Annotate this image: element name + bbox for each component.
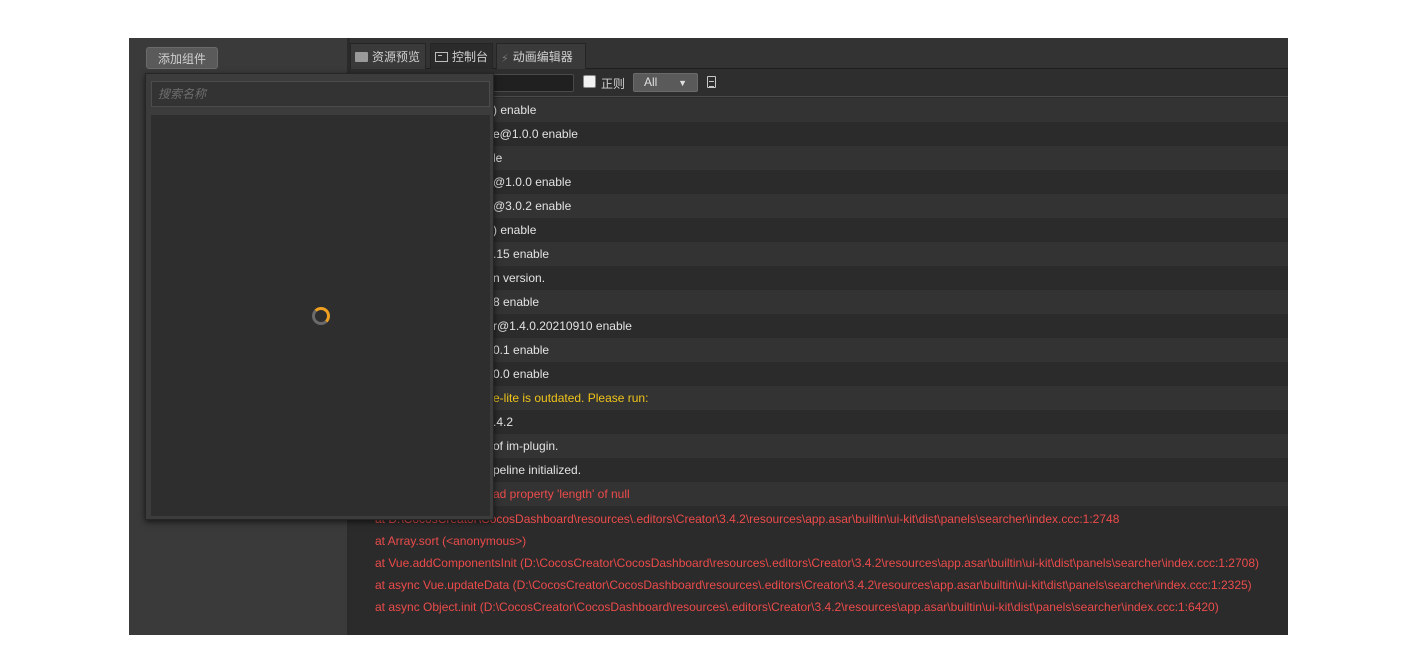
- add-component-button[interactable]: 添加组件: [146, 47, 218, 69]
- log-row-text: 0.0 enable: [493, 367, 550, 381]
- log-row-text: ) enable: [493, 103, 537, 117]
- log-row-text: @1.0.0 enable: [493, 175, 572, 189]
- regex-checkbox[interactable]: [583, 75, 596, 88]
- component-list: [151, 115, 490, 516]
- chevron-down-icon: ▼: [678, 78, 687, 88]
- log-row-text: n version.: [493, 271, 546, 285]
- tab-console[interactable]: 控制台: [430, 43, 493, 69]
- folder-icon: [355, 52, 368, 62]
- console-icon: [435, 52, 448, 62]
- stack-trace-text: at Array.sort (<anonymous>): [375, 534, 527, 548]
- stack-trace-line: at Vue.addComponentsInit (D:\CocosCreato…: [350, 552, 1288, 574]
- loading-spinner-icon: [312, 307, 330, 325]
- log-row-text: e-lite is outdated. Please run:: [493, 391, 649, 405]
- tab-bar: 资源预览 控制台 ⚡ 动画编辑器: [350, 38, 1288, 69]
- log-level-value: All: [644, 75, 658, 89]
- log-row-text: 8 enable: [493, 295, 540, 309]
- log-row-text: of im-plugin.: [493, 439, 559, 453]
- log-row-text: e@1.0.0 enable: [493, 127, 578, 141]
- stack-trace-text: at Vue.addComponentsInit (D:\CocosCreato…: [375, 556, 1259, 570]
- tab-console-label: 控制台: [452, 50, 489, 64]
- log-row-text: r@1.4.0.20210910 enable: [493, 319, 632, 333]
- stack-trace-line: at async Vue.updateData (D:\CocosCreator…: [350, 574, 1288, 596]
- tab-assets-label: 资源预览: [372, 50, 421, 64]
- tab-assets-preview[interactable]: 资源预览: [350, 43, 426, 69]
- log-row-text: .4.2: [493, 415, 514, 429]
- log-row-text: @3.0.2 enable: [493, 199, 572, 213]
- component-search-input[interactable]: 搜索名称: [151, 81, 490, 107]
- stack-trace-text: at async Object.init (D:\CocosCreator\Co…: [375, 600, 1219, 614]
- tab-animation-label: 动画编辑器: [512, 50, 573, 64]
- stack-trace-line: at async Object.init (D:\CocosCreator\Co…: [350, 596, 1288, 618]
- component-search-popup: 搜索名称: [145, 73, 494, 520]
- stack-trace-line: at Array.sort (<anonymous>): [350, 530, 1288, 552]
- regex-label: 正则: [601, 77, 626, 91]
- log-level-select[interactable]: All ▼: [633, 73, 698, 92]
- log-row-text: .15 enable: [493, 247, 550, 261]
- log-row-text: peline initialized.: [493, 463, 582, 477]
- log-row-text: ad property 'length' of null: [493, 487, 630, 501]
- tab-animation-editor[interactable]: ⚡ 动画编辑器: [496, 43, 586, 69]
- log-row-text: 0.1 enable: [493, 343, 550, 357]
- log-row-text: ) enable: [493, 223, 537, 237]
- stack-trace-text: at async Vue.updateData (D:\CocosCreator…: [375, 578, 1252, 592]
- open-log-file-icon[interactable]: [707, 76, 716, 88]
- log-row-text: le: [493, 151, 503, 165]
